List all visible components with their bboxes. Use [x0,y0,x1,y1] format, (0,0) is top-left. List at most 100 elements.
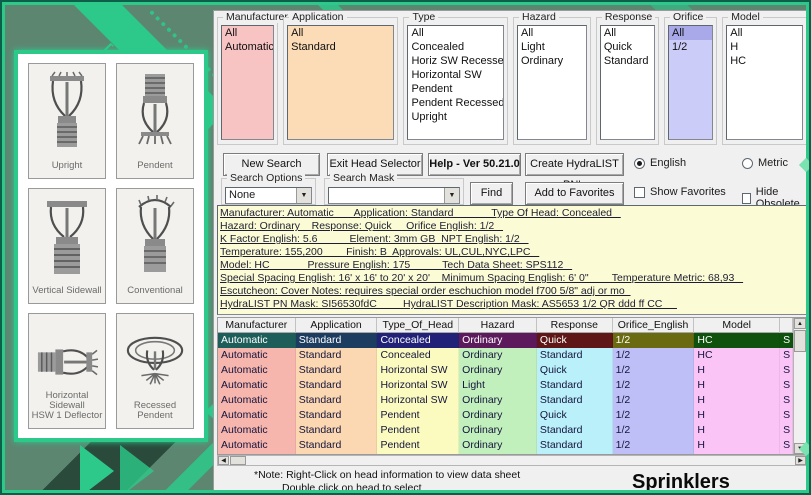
table-cell[interactable]: S [780,378,793,393]
table-cell[interactable]: Standard [537,423,613,438]
table-cell[interactable]: Standard [296,393,378,408]
list-item[interactable]: All [222,26,273,40]
table-cell[interactable]: Quick [537,408,613,423]
list-item[interactable]: Pendent Recessed [408,96,503,110]
show-favorites-checkbox[interactable] [634,187,645,198]
table-cell[interactable]: Pendent [377,423,459,438]
table-cell[interactable]: HC [694,348,780,363]
column-header[interactable]: Orifice_English [613,318,695,333]
table-cell[interactable]: Ordinary [459,363,537,378]
table-cell[interactable]: Standard [537,393,613,408]
table-cell[interactable]: Automatic [218,363,296,378]
table-cell[interactable]: Standard [296,348,378,363]
table-cell[interactable]: S [780,348,793,363]
table-row[interactable]: AutomaticStandardHorizontal SWOrdinarySt… [218,393,793,408]
table-cell[interactable]: Automatic [218,408,296,423]
list-item[interactable]: 1/2 [669,40,712,54]
english-radio-group[interactable]: English [634,157,686,169]
table-cell[interactable]: Ordinary [459,333,537,348]
list-item[interactable]: Upright [408,110,503,124]
table-cell[interactable]: 1/2 [613,333,695,348]
table-row[interactable]: AutomaticStandardPendentOrdinaryStandard… [218,438,793,453]
table-cell[interactable]: S [780,408,793,423]
table-cell[interactable]: S [780,423,793,438]
find-button[interactable]: Find [470,182,513,205]
list-item[interactable]: Pendent [408,82,503,96]
list-item[interactable]: All [288,26,393,40]
table-cell[interactable]: Horizontal SW [377,393,459,408]
table-row[interactable]: AutomaticStandardHorizontal SWLightStand… [218,378,793,393]
table-cell[interactable]: H [694,423,780,438]
search-mask-input[interactable]: ▼ [328,187,460,204]
table-cell[interactable]: Standard [537,348,613,363]
table-cell[interactable]: 1/2 [613,348,695,363]
table-row[interactable]: AutomaticStandardHoriz SW RecessedOrdina… [218,453,793,454]
column-header[interactable]: Application [296,318,378,333]
table-row[interactable]: AutomaticStandardPendentOrdinaryQuick1/2… [218,408,793,423]
table-row[interactable]: AutomaticStandardConcealedOrdinaryStanda… [218,348,793,363]
list-item[interactable]: H [727,40,802,54]
table-cell[interactable]: S [780,438,793,453]
column-header[interactable]: Type_Of_Head [377,318,459,333]
filter-listbox-model[interactable]: AllHHC [726,25,803,140]
horizontal-scrollbar[interactable]: ◀ ▶ [217,455,807,466]
table-cell[interactable]: Standard [296,438,378,453]
table-row[interactable]: AutomaticStandardHorizontal SWOrdinaryQu… [218,363,793,378]
filter-listbox-manufacturer[interactable]: AllAutomatic [221,25,274,140]
table-cell[interactable]: Quick [537,333,613,348]
table-cell[interactable]: Ordinary [459,408,537,423]
table-cell[interactable]: Pendent [377,438,459,453]
table-cell[interactable]: Ordinary [459,393,537,408]
vertical-scrollbar[interactable]: ▲ ▼ [793,318,806,454]
list-item[interactable]: Standard [288,40,393,54]
table-cell[interactable]: Horizontal SW [377,363,459,378]
list-item[interactable]: Automatic [222,40,273,54]
table-cell[interactable]: S [780,453,793,454]
table-cell[interactable]: Automatic [218,453,296,454]
table-cell[interactable]: 1/2 [613,378,695,393]
filter-listbox-hazard[interactable]: AllLightOrdinary [517,25,587,140]
list-item[interactable]: Quick [601,40,654,54]
table-cell[interactable]: 1/2 [613,408,695,423]
list-item[interactable]: HC [727,54,802,68]
table-cell[interactable]: Standard [296,423,378,438]
hide-obsolete-checkbox[interactable] [742,193,751,204]
table-cell[interactable]: H [694,453,780,454]
add-to-favorites-button[interactable]: Add to Favorites [525,182,624,205]
search-options-dropdown[interactable]: None ▼ [225,187,312,204]
table-cell[interactable]: Standard [537,438,613,453]
english-radio[interactable] [634,158,645,169]
chevron-down-icon[interactable]: ▼ [444,188,459,203]
metric-radio[interactable] [742,158,753,169]
vertical-scroll-thumb[interactable] [794,330,806,352]
table-cell[interactable]: Standard [296,363,378,378]
table-cell[interactable]: S [780,363,793,378]
filter-listbox-application[interactable]: AllStandard [287,25,394,140]
scroll-right-icon[interactable]: ▶ [795,456,806,465]
table-cell[interactable]: Ordinary [459,453,537,454]
list-item[interactable]: Horizontal SW [408,68,503,82]
table-cell[interactable]: 1/2 [613,423,695,438]
table-row[interactable]: AutomaticStandardPendentOrdinaryStandard… [218,423,793,438]
table-cell[interactable]: Pendent [377,408,459,423]
list-item[interactable]: Concealed [408,40,503,54]
table-cell[interactable]: HC [694,333,780,348]
filter-listbox-orifice[interactable]: All1/2 [668,25,713,140]
table-cell[interactable]: S [780,333,793,348]
table-cell[interactable]: Ordinary [459,438,537,453]
filter-listbox-type[interactable]: AllConcealedHoriz SW RecessedHorizontal … [407,25,504,140]
table-cell[interactable]: Automatic [218,348,296,363]
horizontal-scroll-thumb[interactable] [230,456,246,465]
table-cell[interactable]: Standard [296,453,378,454]
table-cell[interactable]: Standard [296,408,378,423]
list-item[interactable]: All [727,26,802,40]
table-cell[interactable]: Quick [537,363,613,378]
table-cell[interactable]: Concealed [377,333,459,348]
table-cell[interactable]: H [694,438,780,453]
column-header[interactable]: Response [537,318,613,333]
column-header[interactable] [780,318,793,333]
table-cell[interactable]: 1/2 [613,363,695,378]
column-header[interactable]: Model [694,318,780,333]
column-header[interactable]: Hazard [459,318,537,333]
table-cell[interactable]: 1/2 [613,453,695,454]
